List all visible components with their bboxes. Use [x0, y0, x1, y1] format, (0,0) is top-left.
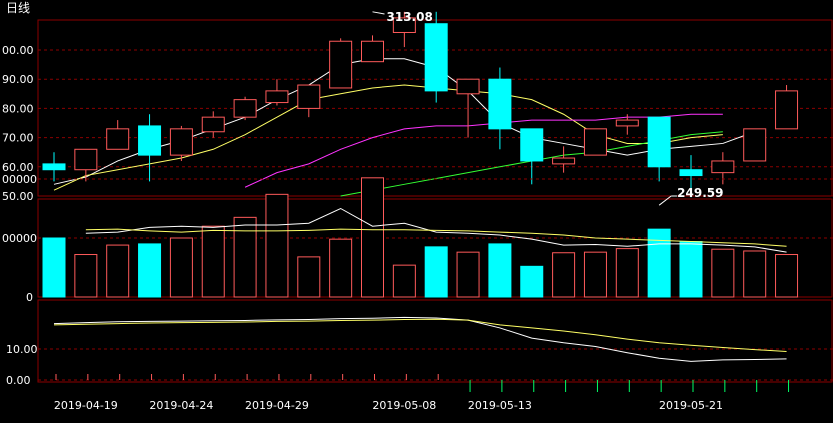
volume-bar [201, 225, 225, 298]
candle-body [329, 40, 353, 89]
volume-bar [615, 248, 639, 298]
candle-body [74, 148, 98, 171]
volume-tick-label: 00000 [2, 232, 37, 245]
volume-bar [361, 177, 384, 298]
candle-body [361, 40, 384, 63]
volume-bar [297, 256, 321, 298]
candle-body [552, 157, 576, 165]
volume-tick-label: 00000 [2, 173, 37, 186]
candle-body [520, 128, 544, 162]
price-tick-label: 90.00 [2, 73, 34, 86]
x-tick-label: 2019-05-21 [659, 399, 723, 412]
volume-bar [488, 243, 512, 298]
candle-body [456, 78, 480, 95]
indicator-line [53, 318, 787, 352]
volume-tick-label: 0 [26, 291, 33, 304]
x-tick-label: 2019-04-29 [245, 399, 309, 412]
candle-body [615, 119, 639, 127]
x-tick-label: 2019-05-08 [372, 399, 436, 412]
volume-bar [329, 238, 353, 298]
indicator-panel-frame [37, 299, 833, 383]
indicator-line [53, 316, 787, 362]
max-price-annotation: 313.08 [387, 10, 433, 24]
candle-body [488, 78, 512, 130]
x-tick-label: 2019-05-13 [468, 399, 532, 412]
min-price-annotation: 249.59 [677, 186, 723, 200]
stock-chart: 00.00 90.00 80.00 70.00 60.00 50.00 日线 313.08 24… [0, 0, 833, 419]
volume-bar [233, 216, 257, 298]
x-tick-label: 2019-04-24 [149, 399, 213, 412]
candle-body [106, 128, 130, 150]
candle-body [201, 116, 225, 133]
candle-body [583, 128, 607, 156]
candle-body [775, 90, 799, 130]
candle-body [265, 90, 289, 104]
candle-body [297, 84, 321, 109]
x-tick-label: 2019-04-19 [54, 399, 118, 412]
price-tick-label: 50.00 [2, 190, 34, 203]
candle-body [233, 99, 257, 118]
candle-body [138, 125, 162, 156]
volume-bar [743, 250, 767, 298]
volume-bar [138, 243, 162, 298]
candle-body [424, 23, 448, 92]
indicator-tick-label: 0.00 [6, 374, 31, 387]
candle-body [711, 160, 735, 174]
volume-bar [552, 252, 576, 298]
volume-bar [42, 237, 66, 298]
volume-bar [74, 254, 98, 298]
indicator-tick-label: 10.00 [6, 343, 38, 356]
volume-bar [265, 193, 289, 298]
volume-bar [520, 265, 544, 298]
price-tick-label: 60.00 [2, 161, 34, 174]
volume-bar [583, 251, 607, 298]
candle-body [169, 128, 193, 156]
candle-body [647, 116, 671, 168]
candle-body [743, 128, 767, 162]
volume-bar [106, 244, 130, 298]
min-annotation-leader [658, 195, 672, 206]
volume-bar [775, 254, 799, 298]
price-tick-label: 80.00 [2, 102, 34, 115]
candle-body [42, 163, 66, 171]
chart-svg: 00.0090.0080.0070.0060.0050.00日线313.0824… [2, 1, 833, 412]
volume-bar [169, 237, 193, 298]
volume-bar [679, 241, 703, 298]
price-tick-label: 70.00 [2, 132, 34, 145]
volume-bar [424, 246, 448, 298]
volume-bar [456, 251, 480, 298]
chart-title: 日线 [6, 1, 30, 15]
price-tick-label: 00.00 [2, 44, 34, 57]
volume-bar [647, 228, 671, 298]
max-annotation-leader [372, 11, 385, 15]
candle-body [679, 169, 703, 177]
volume-bar [711, 248, 735, 298]
volume-bar [392, 264, 416, 298]
